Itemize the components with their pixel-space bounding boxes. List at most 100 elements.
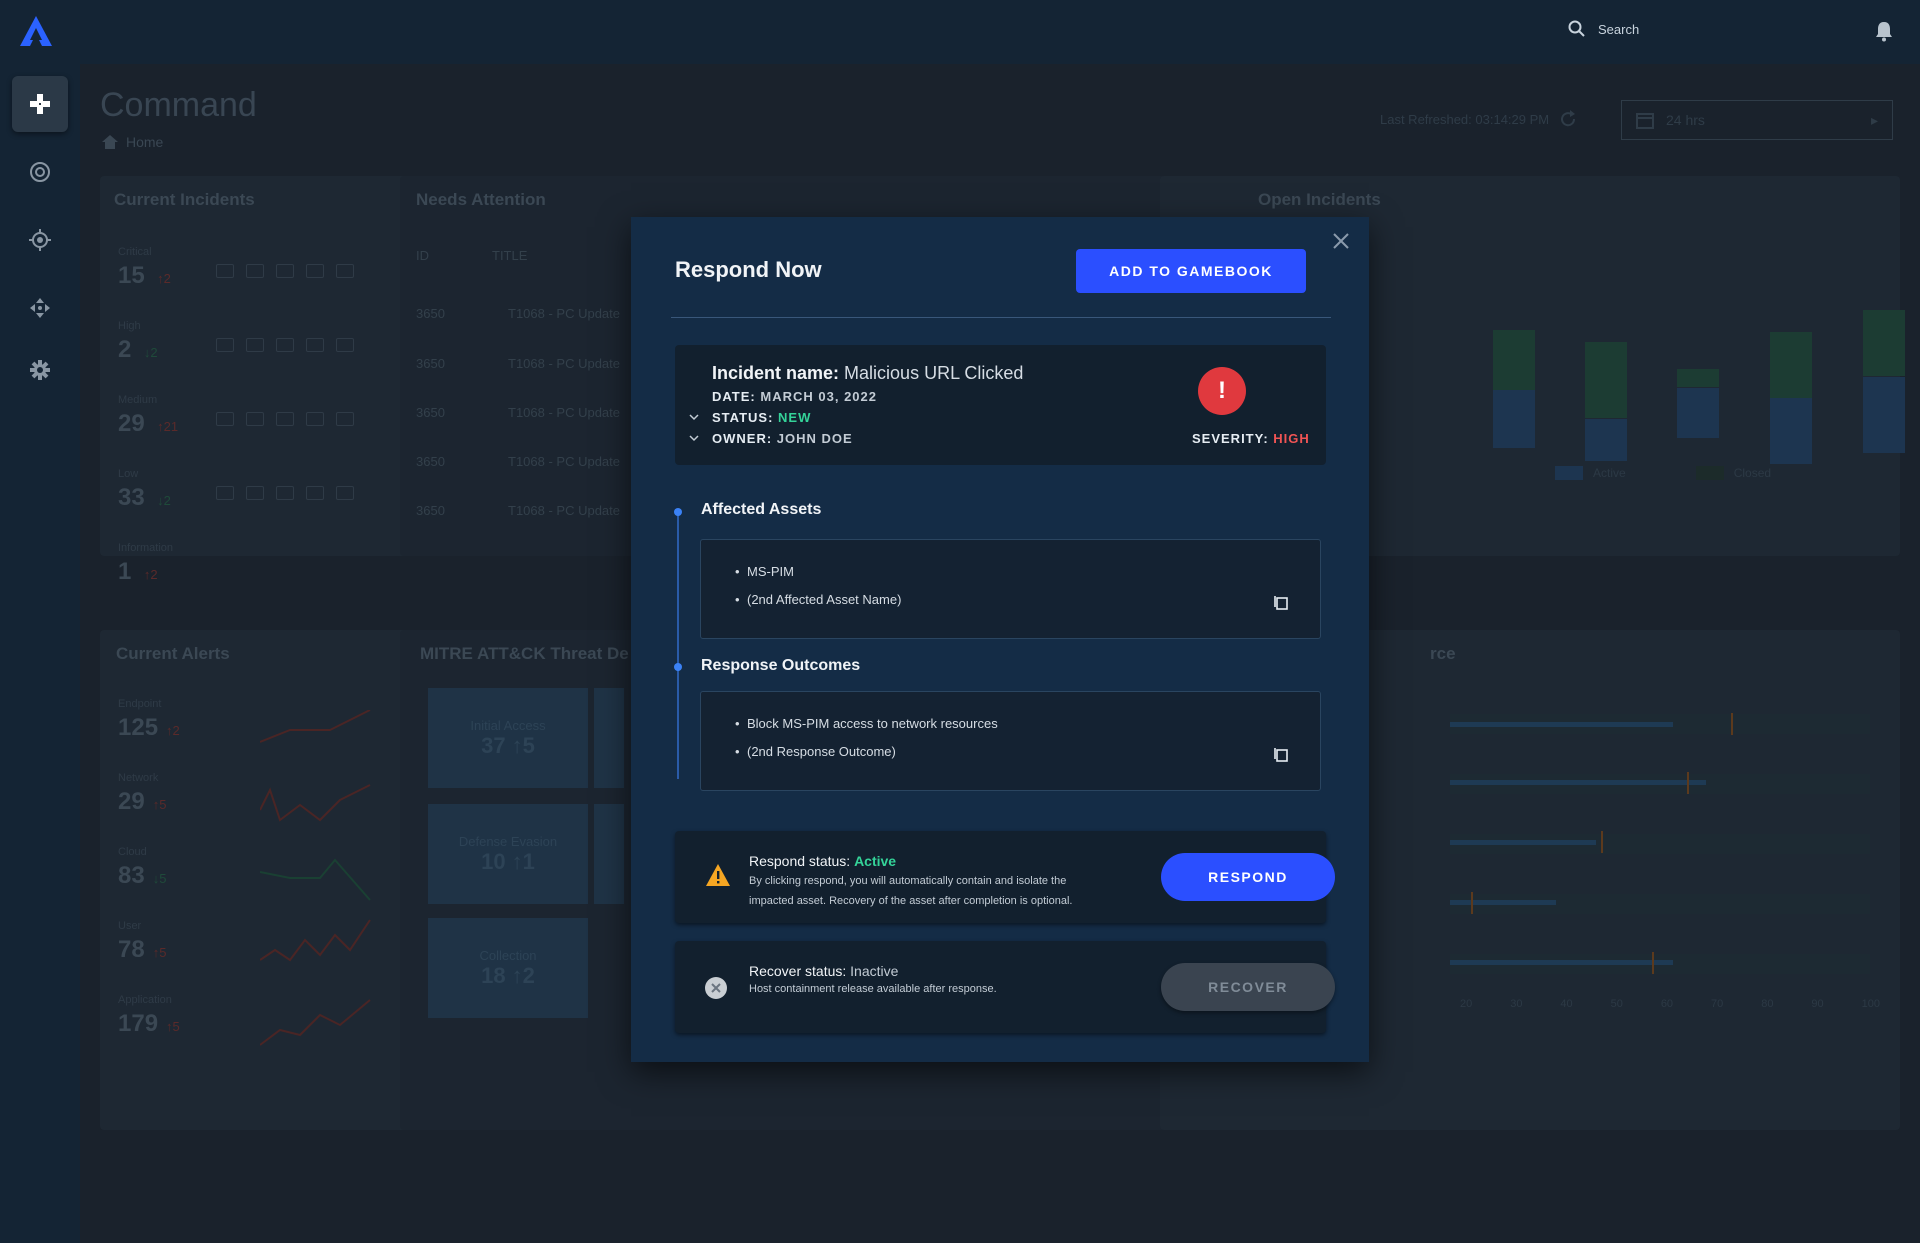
modal-divider — [671, 317, 1331, 318]
nav-settings[interactable] — [12, 342, 68, 398]
respond-button[interactable]: RESPOND — [1161, 853, 1335, 901]
home-icon — [102, 135, 118, 149]
incident-status[interactable]: STATUS: NEW — [712, 410, 811, 425]
modal-title: Respond Now — [675, 257, 822, 282]
row-delta: 21 — [163, 419, 179, 434]
sidebar — [0, 64, 80, 1243]
date-range-value: 24 hrs — [1666, 112, 1705, 128]
copy-icon[interactable] — [1273, 595, 1289, 611]
card-title: Needs Attention — [416, 190, 546, 209]
table-row[interactable]: 3650 T1068 - PC Update — [416, 454, 620, 469]
gamepad-icon — [30, 94, 50, 114]
column-header-title[interactable]: TITLE — [492, 248, 527, 263]
timeline-line — [677, 509, 679, 779]
incident-owner[interactable]: OWNER: JOHN DOE — [712, 431, 853, 446]
response-outcomes-heading: Response Outcomes — [701, 657, 861, 674]
asset-type-icons — [216, 264, 354, 278]
card-title: Open Incidents — [1258, 190, 1381, 209]
copy-icon[interactable] — [1273, 747, 1289, 763]
row-label: Critical — [118, 246, 152, 258]
calendar-icon — [1636, 113, 1654, 129]
asset-type-icons — [216, 338, 354, 352]
list-item: MS-PIM — [735, 564, 794, 579]
row-delta: 2 — [163, 271, 171, 286]
list-item: (2nd Affected Asset Name) — [735, 592, 901, 607]
add-to-gamebook-button[interactable]: ADD TO GAMEBOOK — [1076, 249, 1306, 293]
recover-description: Host containment release available after… — [749, 983, 997, 995]
incident-row-high[interactable]: High 2 ↓2 — [118, 320, 354, 380]
mitre-tile-initial-access[interactable]: Initial Access 37 ↑5 — [428, 688, 588, 788]
row-count: 33 — [118, 484, 145, 511]
app-logo[interactable] — [18, 14, 54, 48]
table-row[interactable]: 3650 T1068 - PC Update — [416, 356, 620, 371]
warning-icon — [706, 864, 730, 886]
top-bar: Search — [0, 0, 1920, 64]
inactive-x-icon — [705, 977, 727, 999]
column-header-id[interactable]: ID — [416, 248, 429, 263]
severity-label: SEVERITY: HIGH — [1192, 431, 1310, 446]
incident-row-critical[interactable]: Critical 15 ↑2 — [118, 246, 354, 306]
response-outcomes-list: Block MS-PIM access to network resources… — [700, 691, 1321, 791]
chevron-down-icon[interactable] — [689, 412, 699, 422]
move-arrows-icon — [30, 298, 50, 318]
row-label: Medium — [118, 394, 158, 406]
nav-target[interactable] — [12, 212, 68, 268]
row-label: Low — [118, 468, 139, 480]
last-refreshed-text: Last Refreshed: 03:14:29 PM — [1380, 111, 1550, 127]
row-label: Information — [118, 542, 174, 554]
breadcrumb[interactable]: Home — [102, 134, 163, 150]
incident-name: Incident name: Malicious URL Clicked — [712, 363, 1024, 383]
row-label: High — [118, 320, 141, 332]
chart-legend: Active Closed — [1555, 466, 1771, 480]
row-count: 29 — [118, 410, 145, 437]
incident-row-information[interactable]: Information 1 ↑2 — [118, 542, 348, 602]
breadcrumb-home[interactable]: Home — [126, 134, 163, 150]
respond-now-modal: Respond Now ADD TO GAMEBOOK Incident nam… — [631, 217, 1369, 1062]
respond-status-card: Respond status: Active By clicking respo… — [675, 831, 1335, 923]
recover-button[interactable]: RECOVER — [1161, 963, 1335, 1011]
incident-row-medium[interactable]: Medium 29 ↑21 — [118, 394, 354, 454]
nav-command[interactable] — [12, 76, 68, 132]
search-placeholder[interactable]: Search — [1598, 22, 1639, 37]
table-row[interactable]: 3650 T1068 - PC Update — [416, 503, 620, 518]
recover-status-text: Recover status: Inactive — [749, 963, 899, 979]
chevron-down-icon[interactable] — [689, 433, 699, 443]
incident-date: DATE: MARCH 03, 2022 — [712, 389, 877, 404]
target-icon — [29, 229, 51, 251]
date-range-picker[interactable]: 24 hrs ▸ — [1621, 100, 1893, 140]
card-title: rce — [1430, 644, 1456, 663]
card-title: Current Incidents — [114, 190, 255, 209]
severity-alert-icon: ! — [1198, 367, 1246, 415]
incident-row-low[interactable]: Low 33 ↓2 — [118, 468, 354, 528]
card-title: MITRE ATT&CK Threat De — [420, 644, 629, 663]
asset-type-icons — [216, 486, 354, 500]
row-count: 1 — [118, 558, 132, 585]
row-count: 2 — [118, 336, 132, 363]
list-item: (2nd Response Outcome) — [735, 744, 896, 759]
mitre-tile-defense-evasion[interactable]: Defense Evasion 10 ↑1 — [428, 804, 588, 904]
recover-status-card: Recover status: Inactive Host containmen… — [675, 941, 1335, 1033]
radar-icon — [30, 162, 50, 182]
chevron-right-icon: ▸ — [1870, 111, 1878, 128]
page-title: Command — [100, 86, 257, 124]
bell-icon[interactable] — [1874, 20, 1894, 42]
nav-radar[interactable] — [12, 144, 68, 200]
timeline-dot — [674, 508, 682, 516]
respond-status-text: Respond status: Active — [749, 853, 897, 869]
table-row[interactable]: 3650 T1068 - PC Update — [416, 306, 620, 321]
timeline-dot — [674, 663, 682, 671]
card-title: Current Alerts — [116, 644, 230, 663]
row-count: 15 — [118, 262, 145, 289]
row-delta: 2 — [150, 345, 158, 360]
list-item: Block MS-PIM access to network resources — [735, 716, 998, 731]
asset-type-icons — [216, 412, 354, 426]
incident-details-card: Incident name: Malicious URL Clicked DAT… — [675, 345, 1326, 465]
gear-icon — [30, 360, 50, 380]
refresh-icon[interactable] — [1559, 110, 1577, 128]
search-box[interactable]: Search — [1568, 20, 1639, 38]
row-delta: 2 — [150, 567, 158, 582]
mitre-tile-collection[interactable]: Collection 18 ↑2 — [428, 918, 588, 1018]
close-icon[interactable] — [1331, 231, 1351, 251]
nav-network[interactable] — [12, 280, 68, 336]
table-row[interactable]: 3650 T1068 - PC Update — [416, 405, 620, 420]
